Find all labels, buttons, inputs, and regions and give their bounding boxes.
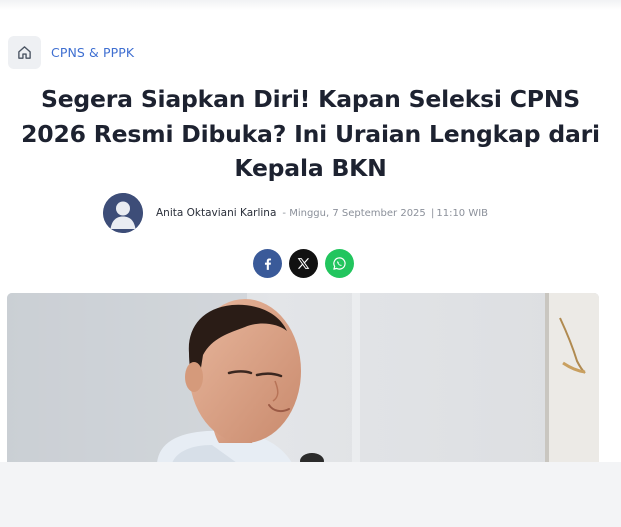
article-hero-image xyxy=(7,293,599,463)
share-facebook-button[interactable] xyxy=(253,249,282,278)
facebook-icon xyxy=(264,257,271,270)
author-name[interactable]: Anita Oktaviani Karlina xyxy=(156,207,276,219)
whatsapp-icon xyxy=(333,257,346,270)
publish-time: 11:10 WIB xyxy=(436,207,489,219)
meta-pipe: | xyxy=(430,207,435,219)
share-whatsapp-button[interactable] xyxy=(325,249,354,278)
top-bar xyxy=(0,0,621,10)
author-info: Anita Oktaviani Karlina - Minggu, 7 Sept… xyxy=(103,193,488,233)
publish-meta: - Minggu, 7 September 2025 | 11:10 WIB xyxy=(282,208,488,219)
publish-date: Minggu, 7 September 2025 xyxy=(289,207,426,219)
meta-dash: - xyxy=(282,207,287,219)
hero-photo xyxy=(7,293,599,463)
home-icon xyxy=(18,46,31,59)
page-overlay xyxy=(0,462,621,527)
breadcrumb: CPNS & PPPK xyxy=(8,36,134,69)
user-silhouette-icon xyxy=(103,193,143,233)
home-button[interactable] xyxy=(8,36,41,69)
author-avatar[interactable] xyxy=(103,193,143,233)
share-buttons xyxy=(253,249,354,278)
share-x-button[interactable] xyxy=(289,249,318,278)
article-title: Segera Siapkan Diri! Kapan Seleksi CPNS … xyxy=(21,85,600,182)
x-icon xyxy=(297,258,310,269)
breadcrumb-category-link[interactable]: CPNS & PPPK xyxy=(51,45,134,60)
